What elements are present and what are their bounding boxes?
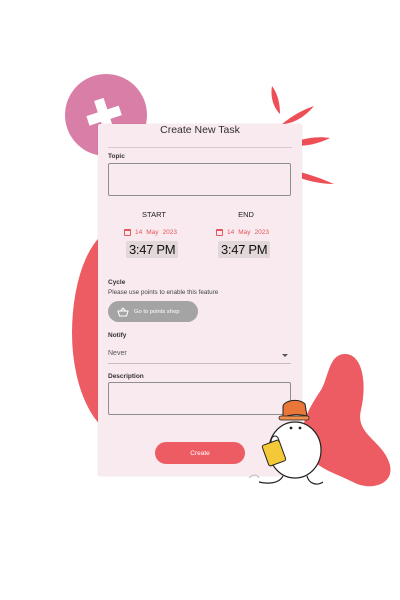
start-heading: START bbox=[142, 210, 166, 219]
basket-icon bbox=[117, 306, 129, 316]
calendar-icon bbox=[124, 229, 131, 236]
points-button-label: Go to points shop bbox=[134, 308, 180, 315]
start-time[interactable]: 3:47 PM bbox=[126, 241, 179, 258]
end-time[interactable]: 3:47 PM bbox=[218, 241, 271, 258]
end-heading: END bbox=[238, 210, 254, 219]
page-title: Create New Task bbox=[160, 124, 240, 136]
mascot-illustration bbox=[248, 399, 324, 485]
topic-input[interactable] bbox=[108, 163, 291, 196]
description-label: Description bbox=[108, 373, 144, 380]
go-to-points-shop-button[interactable]: Go to points shop bbox=[108, 301, 198, 322]
notify-select[interactable]: Never bbox=[108, 347, 291, 364]
end-month: May bbox=[238, 229, 251, 236]
notify-value: Never bbox=[108, 350, 127, 357]
cycle-label: Cycle bbox=[108, 279, 126, 286]
dropdown-caret-icon bbox=[282, 354, 288, 357]
topic-label: Topic bbox=[108, 153, 125, 160]
start-date[interactable]: 14 May 2023 bbox=[124, 229, 177, 236]
start-year: 2023 bbox=[162, 229, 177, 236]
create-button[interactable]: Create bbox=[155, 442, 245, 464]
start-month: May bbox=[146, 229, 159, 236]
end-date[interactable]: 14 May 2023 bbox=[216, 229, 269, 236]
end-year: 2023 bbox=[254, 229, 269, 236]
notify-label: Notify bbox=[108, 332, 127, 339]
calendar-icon bbox=[216, 229, 223, 236]
cycle-note: Please use points to enable this feature bbox=[108, 289, 219, 296]
title-divider bbox=[108, 147, 292, 148]
end-day: 14 bbox=[227, 229, 235, 236]
start-day: 14 bbox=[135, 229, 143, 236]
